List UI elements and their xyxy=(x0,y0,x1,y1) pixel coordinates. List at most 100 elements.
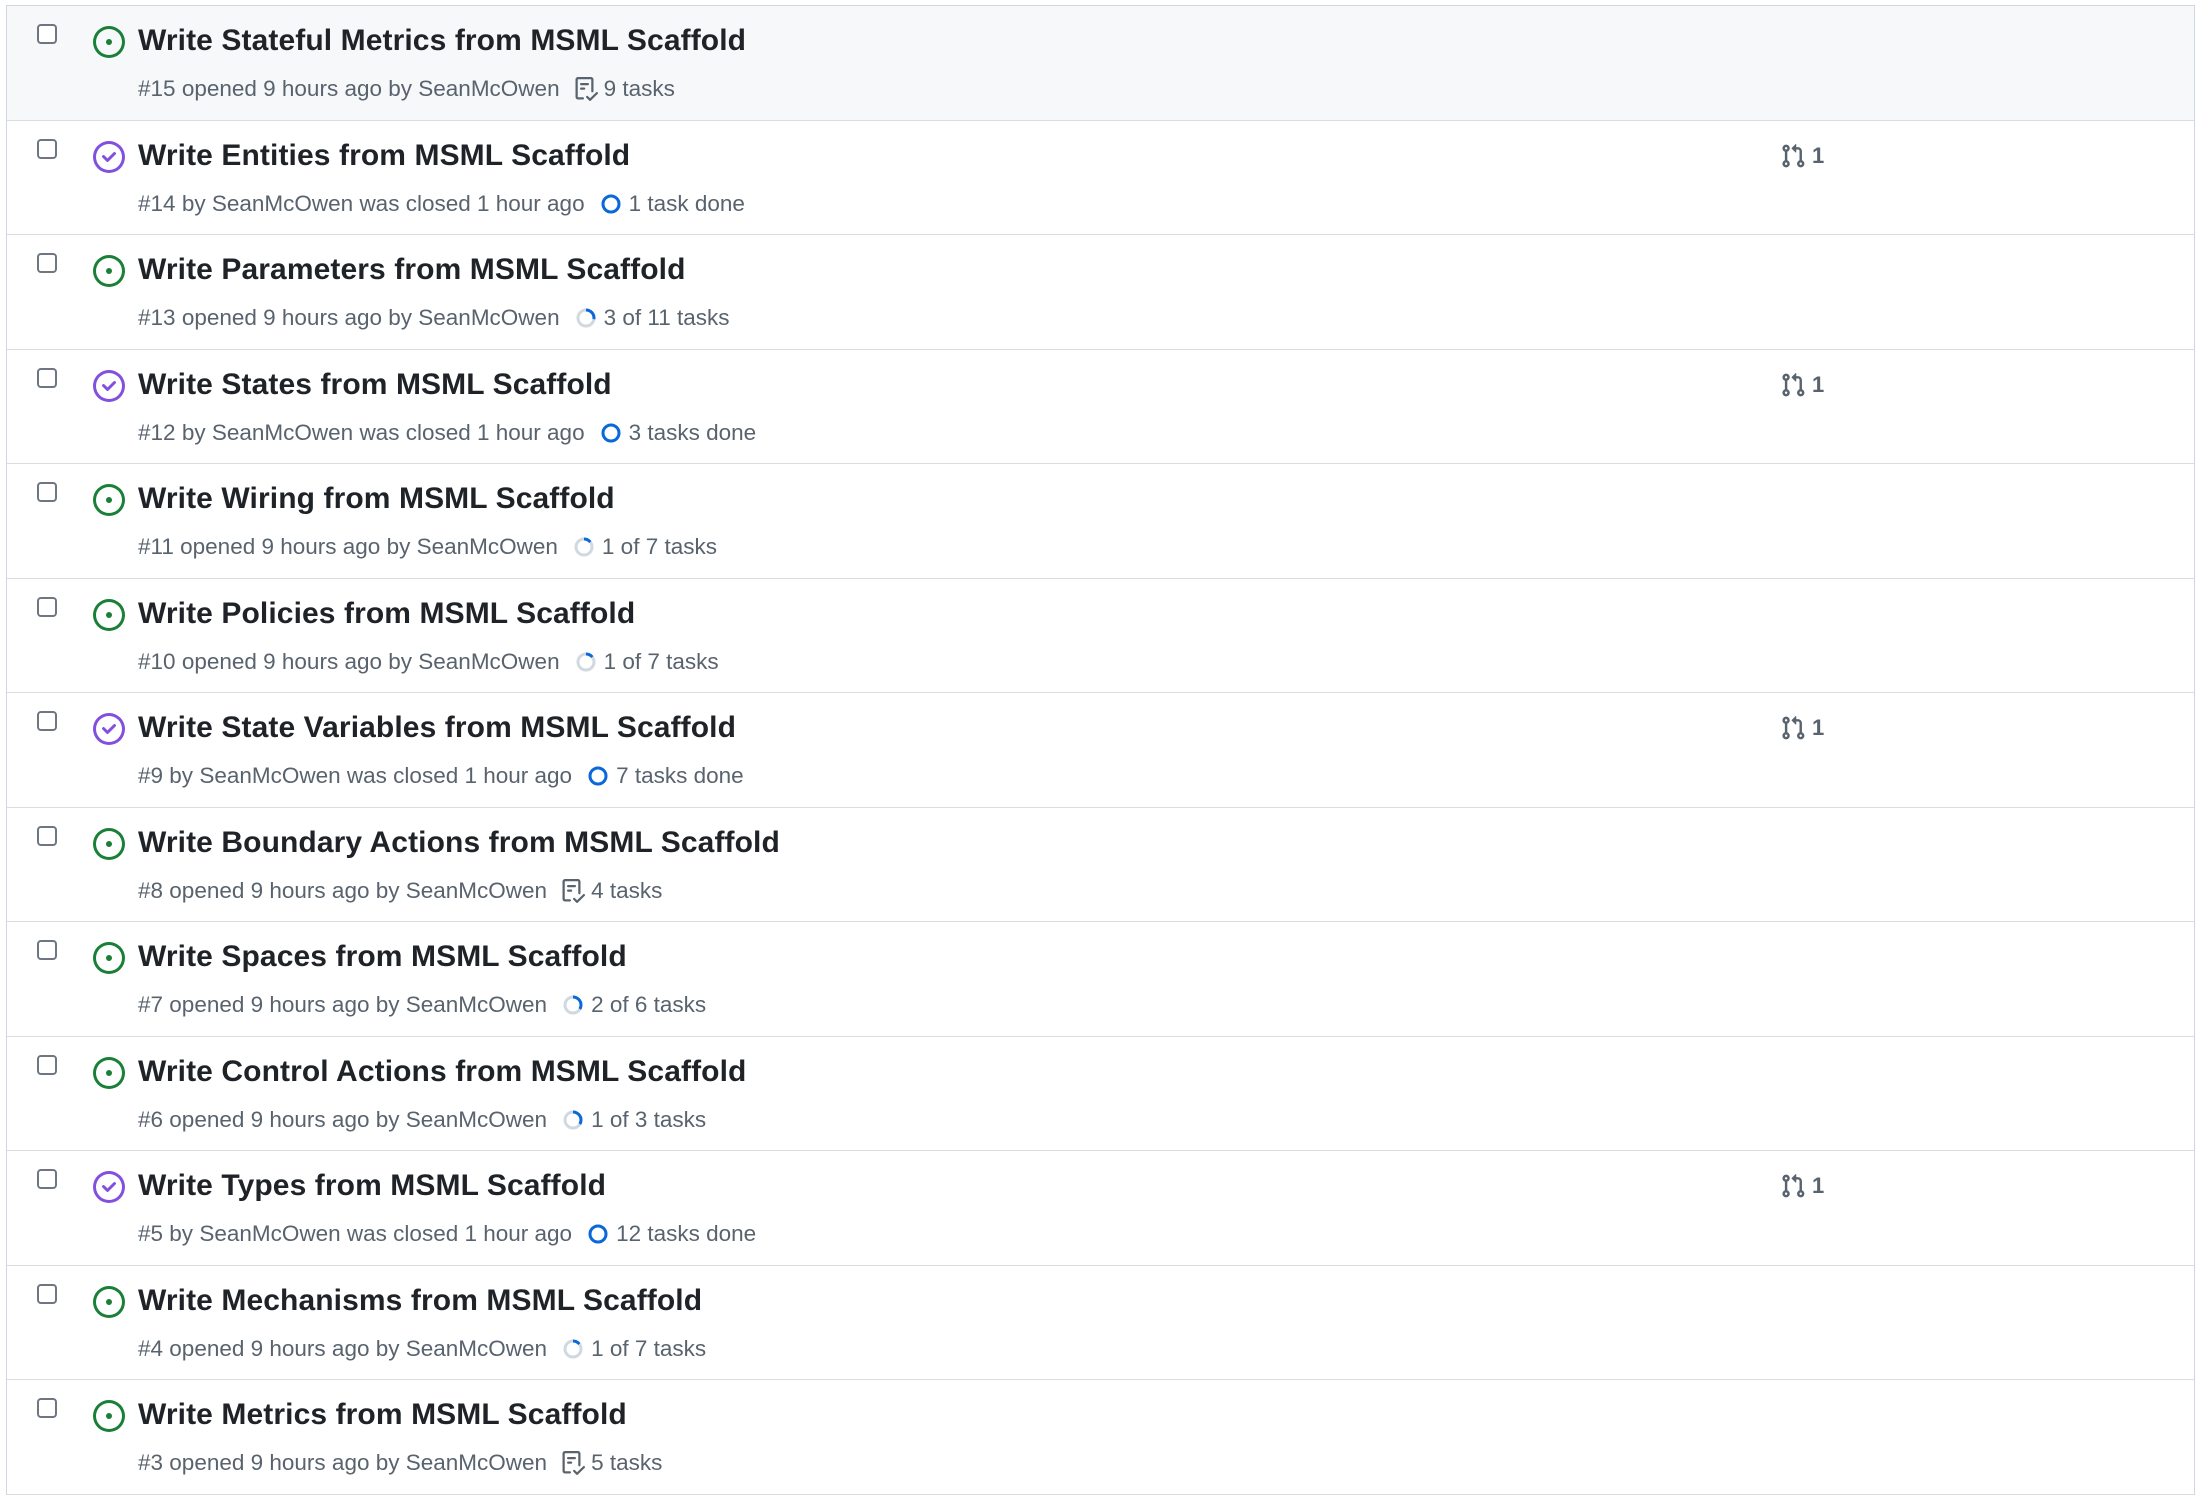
issue-author-link[interactable]: SeanMcOwen xyxy=(406,1450,547,1476)
issue-row: Write Mechanisms from MSML Scaffold #4 o… xyxy=(7,1265,2194,1380)
issue-select-checkbox[interactable] xyxy=(37,1169,57,1189)
task-progress-text: 1 of 7 tasks xyxy=(591,1335,707,1361)
issue-select-checkbox[interactable] xyxy=(37,1283,57,1304)
task-progress-text: 9 tasks xyxy=(603,76,675,101)
issue-select-checkbox[interactable] xyxy=(37,596,57,617)
issue-meta-text: by xyxy=(181,190,206,216)
issue-meta: #3 opened 9 hours ago by SeanMcOwen 5 ta… xyxy=(138,1450,662,1476)
issue-title-link[interactable]: Write Parameters from MSML Scaffold xyxy=(138,253,686,287)
issue-number: #14 xyxy=(138,190,176,216)
issue-select-checkbox[interactable] xyxy=(37,138,57,159)
issue-closed-text: was closed 1 hour ago xyxy=(346,1221,573,1246)
issue-select-checkbox[interactable] xyxy=(37,711,57,731)
issue-closed-icon xyxy=(93,713,125,745)
linked-pull-request-link[interactable]: 1 xyxy=(1780,372,1824,398)
issue-author-link[interactable]: SeanMcOwen xyxy=(418,76,559,102)
issue-author-link[interactable]: SeanMcOwen xyxy=(199,1221,340,1247)
issue-number: #12 xyxy=(138,419,176,445)
task-progress-text: 5 tasks xyxy=(591,1450,663,1475)
issue-open-icon xyxy=(93,1400,125,1432)
task-progress: 1 of 7 tasks xyxy=(574,649,719,675)
issue-row: Write Policies from MSML Scaffold #10 op… xyxy=(7,578,2194,693)
task-progress: 4 tasks xyxy=(561,878,662,904)
issue-row: Write Entities from MSML Scaffold #14 by… xyxy=(7,120,2194,235)
tasks-done-icon xyxy=(599,421,623,445)
task-progress: 1 of 7 tasks xyxy=(561,1336,706,1362)
task-progress-text: 4 tasks xyxy=(591,877,663,903)
tasks-done-icon xyxy=(586,764,610,788)
issue-author-link[interactable]: SeanMcOwen xyxy=(406,878,547,904)
issue-row: Write Stateful Metrics from MSML Scaffol… xyxy=(7,6,2194,121)
issue-open-icon xyxy=(93,598,125,631)
issue-meta-text: opened 9 hours ago by xyxy=(180,534,411,559)
linked-pr-count: 1 xyxy=(1812,1173,1825,1198)
issue-meta-text: opened 9 hours ago by xyxy=(181,76,412,101)
task-progress-ring-icon xyxy=(572,535,596,559)
issue-meta: #6 opened 9 hours ago by SeanMcOwen 1 of… xyxy=(138,1107,706,1133)
task-progress-ring-icon xyxy=(574,650,598,674)
issue-author-link[interactable]: SeanMcOwen xyxy=(406,992,547,1018)
issue-meta-text: opened 9 hours ago by xyxy=(181,305,412,330)
issue-row: Write Wiring from MSML Scaffold #11 open… xyxy=(7,464,2194,579)
issue-author-link[interactable]: SeanMcOwen xyxy=(417,534,558,560)
issue-select-checkbox[interactable] xyxy=(37,24,57,44)
issue-open-icon xyxy=(93,827,125,860)
issue-meta: #10 opened 9 hours ago by SeanMcOwen 1 o… xyxy=(138,649,719,675)
issue-meta-text: opened 9 hours ago by xyxy=(169,877,400,903)
issue-title-link[interactable]: Write States from MSML Scaffold xyxy=(138,368,612,402)
issue-select-checkbox[interactable] xyxy=(37,825,57,846)
issue-title-link[interactable]: Write Metrics from MSML Scaffold xyxy=(138,1398,627,1432)
issue-select-checkbox[interactable] xyxy=(37,1398,57,1418)
issue-meta-text: opened 9 hours ago by xyxy=(181,648,412,674)
task-list-icon xyxy=(561,1451,586,1475)
issue-meta-text: by xyxy=(169,763,194,788)
issue-row: Write States from MSML Scaffold #12 by S… xyxy=(7,349,2194,464)
issue-row: Write Control Actions from MSML Scaffold… xyxy=(7,1036,2194,1151)
task-progress: 12 tasks done xyxy=(586,1221,756,1247)
issue-number: #3 xyxy=(138,1450,164,1475)
issue-meta: #14 by SeanMcOwen was closed 1 hour ago … xyxy=(138,191,745,217)
issue-author-link[interactable]: SeanMcOwen xyxy=(418,649,559,675)
issue-author-link[interactable]: SeanMcOwen xyxy=(406,1336,547,1362)
issue-select-checkbox[interactable] xyxy=(37,1054,57,1075)
issue-author-link[interactable]: SeanMcOwen xyxy=(212,420,353,446)
task-progress: 7 tasks done xyxy=(586,763,744,789)
issue-select-checkbox[interactable] xyxy=(37,367,57,388)
issue-select-checkbox[interactable] xyxy=(37,482,57,502)
tasks-done-icon xyxy=(599,192,623,216)
issue-author-link[interactable]: SeanMcOwen xyxy=(199,763,340,789)
issue-author-link[interactable]: SeanMcOwen xyxy=(212,191,353,217)
linked-pull-request-link[interactable]: 1 xyxy=(1780,143,1824,169)
issue-select-checkbox[interactable] xyxy=(37,253,57,273)
linked-pull-request-link[interactable]: 1 xyxy=(1780,1173,1824,1199)
issue-open-icon xyxy=(93,484,125,516)
issue-title-link[interactable]: Write Mechanisms from MSML Scaffold xyxy=(138,1284,702,1318)
issue-title-link[interactable]: Write Policies from MSML Scaffold xyxy=(138,597,635,631)
task-progress-ring-icon xyxy=(574,306,598,330)
issue-title-link[interactable]: Write Boundary Actions from MSML Scaffol… xyxy=(138,826,780,860)
issue-title-link[interactable]: Write Wiring from MSML Scaffold xyxy=(138,482,615,516)
issue-number: #13 xyxy=(138,305,176,330)
task-progress: 9 tasks xyxy=(574,76,675,102)
task-progress-text: 1 of 7 tasks xyxy=(603,648,719,674)
issue-title-link[interactable]: Write Control Actions from MSML Scaffold xyxy=(138,1055,746,1089)
issue-title-link[interactable]: Write Stateful Metrics from MSML Scaffol… xyxy=(138,24,746,58)
issue-meta: #4 opened 9 hours ago by SeanMcOwen 1 of… xyxy=(138,1336,706,1362)
issue-title-link[interactable]: Write Entities from MSML Scaffold xyxy=(138,139,630,173)
task-progress-ring-icon xyxy=(561,1337,585,1361)
issue-open-icon xyxy=(93,942,125,974)
issue-select-checkbox[interactable] xyxy=(37,940,57,960)
issue-title-link[interactable]: Write Spaces from MSML Scaffold xyxy=(138,940,627,974)
linked-pull-request-link[interactable]: 1 xyxy=(1780,715,1824,741)
task-progress: 2 of 6 tasks xyxy=(561,992,706,1018)
issue-title-link[interactable]: Write Types from MSML Scaffold xyxy=(138,1169,606,1203)
task-progress-text: 3 tasks done xyxy=(628,419,757,445)
task-progress: 1 of 7 tasks xyxy=(572,534,717,560)
issue-author-link[interactable]: SeanMcOwen xyxy=(406,1107,547,1133)
issue-author-link[interactable]: SeanMcOwen xyxy=(418,305,559,331)
issue-title-link[interactable]: Write State Variables from MSML Scaffold xyxy=(138,711,736,745)
issue-closed-text: was closed 1 hour ago xyxy=(346,763,573,788)
issue-open-icon xyxy=(93,26,125,58)
issue-meta: #13 opened 9 hours ago by SeanMcOwen 3 o… xyxy=(138,305,730,331)
issue-number: #10 xyxy=(138,648,176,674)
